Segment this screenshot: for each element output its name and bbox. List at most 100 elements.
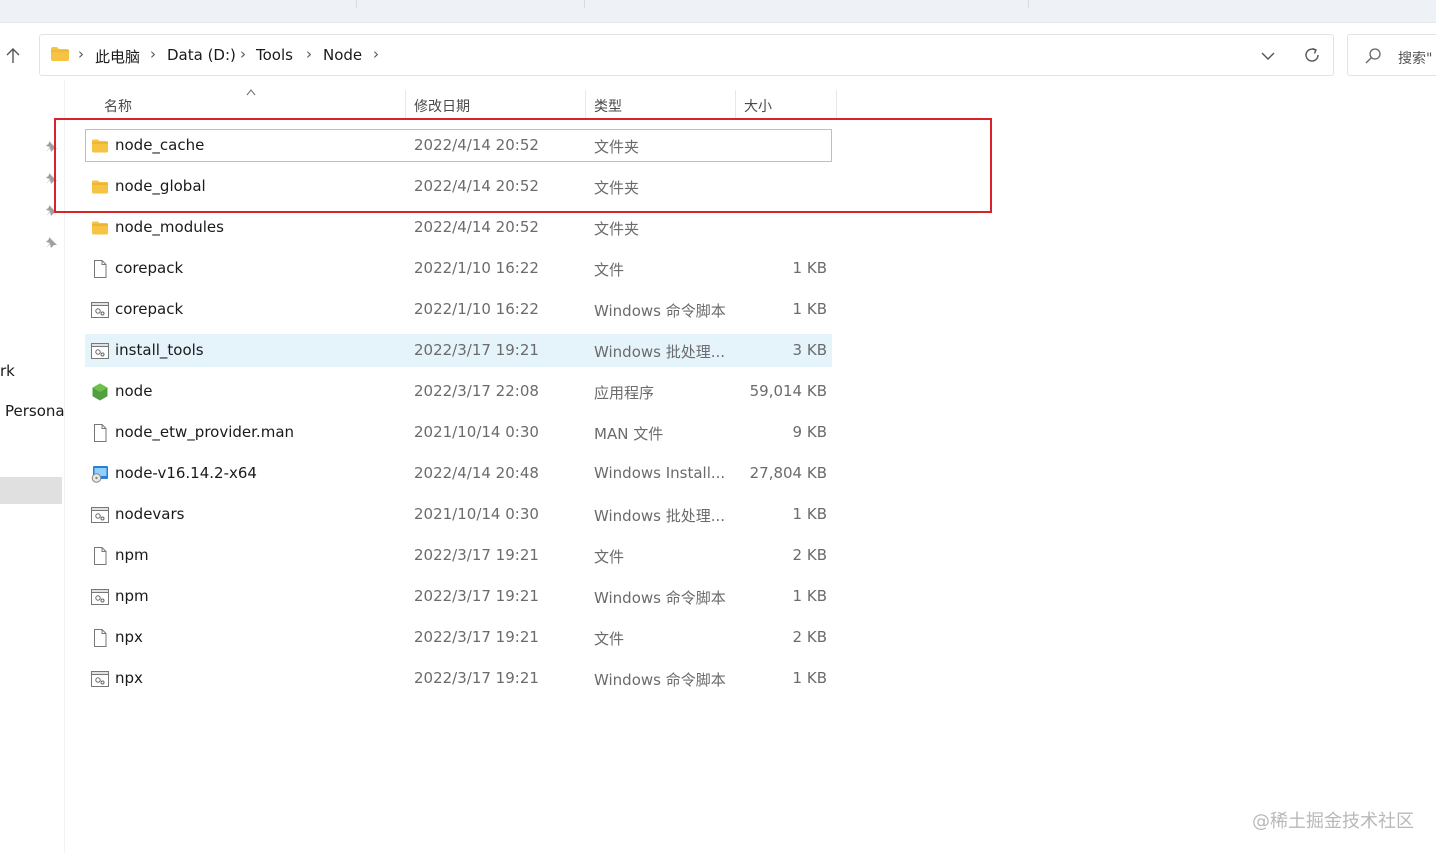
file-row[interactable]: node-v16.14.2-x64 2022/4/14 20:48 Window… — [85, 457, 832, 490]
file-type: 文件 — [594, 630, 625, 648]
search-box[interactable]: 搜索" — [1347, 34, 1436, 76]
file-size: 27,804 KB — [749, 464, 827, 482]
file-icon — [91, 424, 109, 442]
breadcrumb-chevron-icon[interactable]: › — [306, 45, 312, 63]
pin-icon — [46, 237, 57, 248]
nav-selected-item[interactable] — [0, 477, 62, 504]
file-icon — [91, 629, 109, 647]
column-header: 名称 修改日期 类型 大小 — [0, 88, 1436, 118]
file-row[interactable]: corepack 2022/1/10 16:22 文件 1 KB — [85, 252, 832, 285]
tab-separator — [356, 0, 357, 8]
arrow-up-icon — [6, 48, 20, 63]
column-divider[interactable] — [735, 90, 736, 118]
script-icon — [91, 342, 109, 360]
file-modified: 2021/10/14 0:30 — [414, 423, 539, 441]
up-button[interactable] — [2, 44, 24, 68]
file-modified: 2022/1/10 16:22 — [414, 259, 539, 277]
file-type: 文件 — [594, 261, 625, 279]
breadcrumb-tools[interactable]: Tools — [256, 46, 293, 64]
file-row[interactable]: node 2022/3/17 22:08 应用程序 59,014 KB — [85, 375, 832, 408]
file-modified: 2022/1/10 16:22 — [414, 300, 539, 318]
file-name: npx — [115, 669, 143, 687]
file-type: Windows 批处理... — [594, 343, 726, 361]
column-header-type[interactable]: 类型 — [594, 96, 622, 116]
script-icon — [91, 301, 109, 319]
search-input[interactable]: 搜索" — [1398, 48, 1432, 68]
breadcrumb-data-drive[interactable]: Data (D:) — [167, 46, 236, 64]
file-modified: 2022/4/14 20:52 — [414, 218, 539, 236]
file-row[interactable]: npm 2022/3/17 19:21 文件 2 KB — [85, 539, 832, 572]
chevron-down-icon[interactable] — [1258, 46, 1278, 66]
file-icon — [91, 547, 109, 565]
file-name: corepack — [115, 259, 184, 277]
search-icon — [1365, 48, 1381, 64]
file-type: Windows 命令脚本 — [594, 302, 726, 320]
file-row[interactable]: npx 2022/3/17 19:21 文件 2 KB — [85, 621, 832, 654]
file-type: Windows Install... — [594, 464, 726, 482]
file-row[interactable]: node_etw_provider.man 2021/10/14 0:30 MA… — [85, 416, 832, 449]
breadcrumb-chevron-icon[interactable]: › — [240, 45, 246, 63]
breadcrumb-node[interactable]: Node — [323, 46, 362, 64]
file-row[interactable]: node_modules 2022/4/14 20:52 文件夹 — [85, 211, 832, 244]
breadcrumb-chevron-icon[interactable]: › — [150, 45, 156, 63]
file-name: corepack — [115, 300, 184, 318]
breadcrumb-chevron-icon[interactable]: › — [78, 45, 84, 63]
installer-icon — [91, 465, 109, 483]
file-modified: 2022/3/17 22:08 — [414, 382, 539, 400]
breadcrumb-this-pc[interactable]: 此电脑 — [95, 46, 140, 67]
nav-item-rk[interactable]: rk — [0, 362, 15, 380]
column-divider[interactable] — [405, 90, 406, 118]
column-divider[interactable] — [585, 90, 586, 118]
file-modified: 2022/3/17 19:21 — [414, 628, 539, 646]
file-size: 1 KB — [792, 587, 827, 605]
column-divider[interactable] — [836, 90, 837, 118]
file-row[interactable]: install_tools 2022/3/17 19:21 Windows 批处… — [85, 334, 832, 367]
file-type: Windows 命令脚本 — [594, 671, 726, 689]
nav-item-persona[interactable]: Persona — [5, 402, 64, 420]
column-header-name[interactable]: 名称 — [104, 96, 132, 116]
file-modified: 2021/10/14 0:30 — [414, 505, 539, 523]
file-size: 1 KB — [792, 259, 827, 277]
file-size: 1 KB — [792, 300, 827, 318]
file-name: npm — [115, 546, 149, 564]
sort-ascending-icon[interactable] — [245, 88, 257, 96]
file-size: 1 KB — [792, 669, 827, 687]
breadcrumb-chevron-icon[interactable]: › — [373, 45, 379, 63]
file-name: node_etw_provider.man — [115, 423, 295, 441]
file-name: node — [115, 382, 153, 400]
file-type: Windows 批处理... — [594, 507, 726, 525]
refresh-icon[interactable] — [1302, 45, 1322, 65]
file-size: 1 KB — [792, 505, 827, 523]
file-row[interactable]: corepack 2022/1/10 16:22 Windows 命令脚本 1 … — [85, 293, 832, 326]
file-size: 9 KB — [792, 423, 827, 441]
folder-icon — [91, 219, 109, 237]
file-row[interactable]: nodevars 2021/10/14 0:30 Windows 批处理... … — [85, 498, 832, 531]
file-type: 文件夹 — [594, 220, 640, 238]
watermark: @稀土掘金技术社区 — [1252, 811, 1414, 832]
file-icon — [91, 260, 109, 278]
column-header-size[interactable]: 大小 — [744, 96, 772, 116]
tab-separator — [584, 0, 585, 8]
address-bar[interactable]: › 此电脑 › Data (D:) › Tools › Node › — [39, 34, 1334, 76]
file-type: Windows 命令脚本 — [594, 589, 726, 607]
file-size: 3 KB — [792, 341, 827, 359]
file-modified: 2022/3/17 19:21 — [414, 341, 539, 359]
tab-separator — [1028, 0, 1029, 8]
folder-icon — [51, 47, 69, 61]
file-name: nodevars — [115, 505, 185, 523]
file-type: 应用程序 — [594, 384, 655, 402]
file-modified: 2022/3/17 19:21 — [414, 546, 539, 564]
file-size: 59,014 KB — [749, 382, 827, 400]
script-icon — [91, 506, 109, 524]
title-strip — [0, 0, 1436, 23]
file-name: node-v16.14.2-x64 — [115, 464, 257, 482]
file-row[interactable]: npm 2022/3/17 19:21 Windows 命令脚本 1 KB — [85, 580, 832, 613]
column-header-modified[interactable]: 修改日期 — [414, 96, 470, 116]
file-type: 文件 — [594, 548, 625, 566]
file-modified: 2022/3/17 19:21 — [414, 587, 539, 605]
file-size: 2 KB — [792, 628, 827, 646]
file-size: 2 KB — [792, 546, 827, 564]
file-name: install_tools — [115, 341, 204, 359]
file-row[interactable]: npx 2022/3/17 19:21 Windows 命令脚本 1 KB — [85, 662, 832, 695]
nodejs-icon — [91, 383, 109, 401]
